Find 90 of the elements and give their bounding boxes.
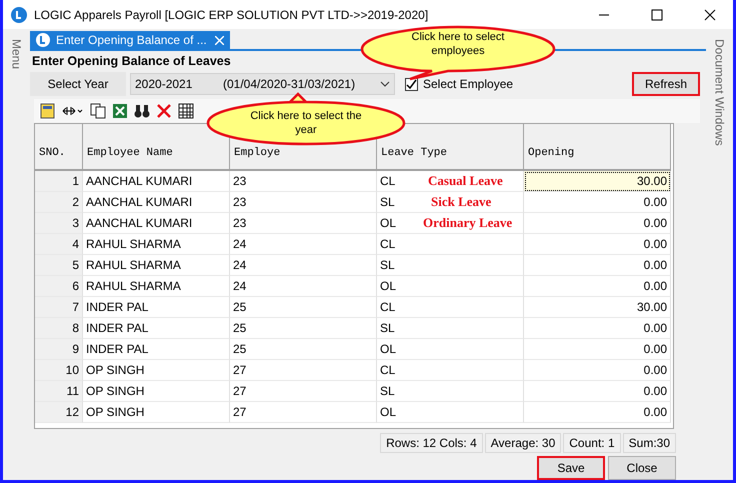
- table-cell: CL: [377, 297, 524, 318]
- row-number: 9: [35, 339, 83, 360]
- table-cell: SL: [377, 381, 524, 402]
- row-number: 11: [35, 381, 83, 402]
- table-cell: 25: [230, 318, 377, 339]
- table-cell: OL: [377, 276, 524, 297]
- row-number: 5: [35, 255, 83, 276]
- excel-icon[interactable]: [112, 103, 128, 119]
- table-cell[interactable]: 0.00: [524, 360, 671, 381]
- status-field: Sum:30: [622, 433, 676, 453]
- column-header[interactable]: Leave Type: [377, 124, 524, 171]
- table-cell: 24: [230, 234, 377, 255]
- row-number: 10: [35, 360, 83, 381]
- row-number: 6: [35, 276, 83, 297]
- form-icon[interactable]: [40, 103, 56, 119]
- table-cell: 23: [230, 213, 377, 234]
- tooltip-text: Click here to select employees: [410, 30, 506, 58]
- checkbox-label: Select Employee: [423, 77, 514, 91]
- delete-icon[interactable]: [156, 103, 172, 119]
- row-number: 4: [35, 234, 83, 255]
- menu-dock-label[interactable]: Menu: [10, 39, 24, 70]
- table-cell[interactable]: 30.00: [524, 297, 671, 318]
- table-cell: INDER PAL: [83, 297, 230, 318]
- table-cell: OL: [377, 402, 524, 423]
- refresh-button[interactable]: Refresh: [632, 72, 700, 96]
- table-cell: 25: [230, 339, 377, 360]
- table-cell: 23: [230, 192, 377, 213]
- table-cell[interactable]: 0.00: [524, 234, 671, 255]
- table-cell: AANCHAL KUMARI: [83, 192, 230, 213]
- table-cell[interactable]: 0.00: [524, 192, 671, 213]
- table-cell: OL: [377, 339, 524, 360]
- row-number: 1: [35, 171, 83, 192]
- table-cell: 27: [230, 381, 377, 402]
- row-number: 3: [35, 213, 83, 234]
- table-cell: 23: [230, 171, 377, 192]
- table-cell: RAHUL SHARMA: [83, 276, 230, 297]
- window-title: LOGIC Apparels Payroll [LOGIC ERP SOLUTION PVT LTD->>2019-2020]: [34, 8, 430, 22]
- annotation-label: Ordinary Leave: [423, 215, 512, 231]
- table-cell[interactable]: 0.00: [524, 402, 671, 423]
- table-cell: CL: [377, 360, 524, 381]
- annotation-label: Sick Leave: [431, 194, 492, 210]
- close-button[interactable]: Close: [608, 456, 676, 480]
- table-cell[interactable]: 0.00: [524, 213, 671, 234]
- row-number: 7: [35, 297, 83, 318]
- table-cell[interactable]: 0.00: [524, 276, 671, 297]
- table-cell: OP SINGH: [83, 402, 230, 423]
- table-cell: RAHUL SHARMA: [83, 255, 230, 276]
- row-number: 8: [35, 318, 83, 339]
- status-field: Average: 30: [484, 433, 562, 453]
- table-cell: 25: [230, 297, 377, 318]
- table-cell: 27: [230, 402, 377, 423]
- table-cell: AANCHAL KUMARI: [83, 171, 230, 192]
- chevron-down-icon: [380, 81, 390, 87]
- app-logo-icon: [11, 6, 27, 22]
- year-dropdown[interactable]: 2020-2021 (01/04/2020-31/03/2021): [130, 73, 395, 95]
- app-logo-icon: [36, 33, 50, 47]
- table-cell: INDER PAL: [83, 318, 230, 339]
- table-cell: OP SINGH: [83, 360, 230, 381]
- binoculars-icon[interactable]: [134, 103, 150, 119]
- row-number: 12: [35, 402, 83, 423]
- table-cell[interactable]: 0.00: [524, 381, 671, 402]
- table-cell: 27: [230, 360, 377, 381]
- tab-label: Enter Opening Balance of ...: [56, 33, 208, 47]
- table-cell: OP SINGH: [83, 381, 230, 402]
- grid-icon[interactable]: [178, 103, 194, 119]
- table-cell: 24: [230, 276, 377, 297]
- column-header[interactable]: Employee Name: [83, 124, 230, 171]
- table-cell[interactable]: 0.00: [524, 318, 671, 339]
- table-cell: INDER PAL: [83, 339, 230, 360]
- column-header[interactable]: SNO.: [35, 124, 83, 171]
- annotation-label: Casual Leave: [428, 173, 503, 189]
- table-cell: AANCHAL KUMARI: [83, 213, 230, 234]
- document-tab[interactable]: Enter Opening Balance of ...: [30, 31, 230, 49]
- status-field: Rows: 12 Cols: 4: [380, 433, 483, 453]
- table-cell: SL: [377, 318, 524, 339]
- form-heading: Enter Opening Balance of Leaves: [32, 54, 231, 68]
- table-cell: RAHUL SHARMA: [83, 234, 230, 255]
- table-cell: 24: [230, 255, 377, 276]
- column-header[interactable]: Opening: [524, 124, 671, 171]
- copy-icon[interactable]: [90, 103, 106, 119]
- table-cell[interactable]: 30.00: [524, 171, 671, 192]
- table-cell: SL: [377, 255, 524, 276]
- table-cell[interactable]: 0.00: [524, 255, 671, 276]
- status-field: Count: 1: [563, 433, 621, 453]
- table-cell[interactable]: 0.00: [524, 339, 671, 360]
- row-number: 2: [35, 192, 83, 213]
- table-cell: CL: [377, 234, 524, 255]
- document-windows-dock-label[interactable]: Document Windows: [712, 39, 726, 146]
- save-button[interactable]: Save: [537, 456, 605, 480]
- year-label: Select Year: [30, 72, 126, 96]
